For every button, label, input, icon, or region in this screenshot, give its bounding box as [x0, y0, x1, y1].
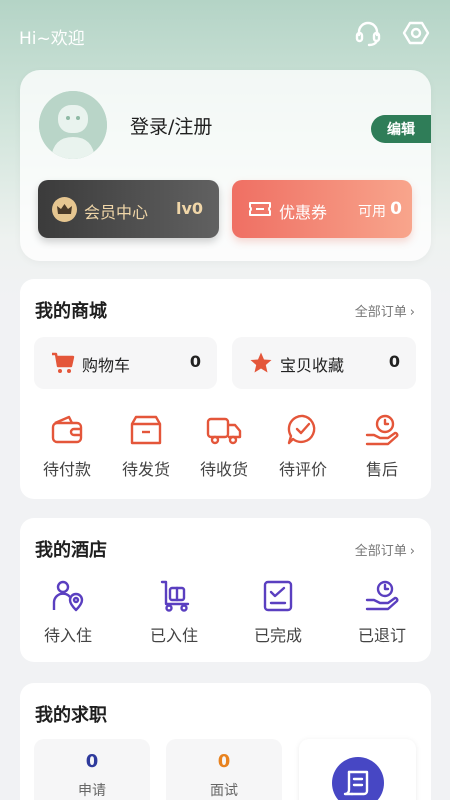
cart-button[interactable]: 购物车 0 [34, 337, 217, 389]
mall-all-orders-link[interactable]: 全部订单 › [355, 301, 415, 320]
job-applications-button[interactable]: 0 申请 [34, 739, 150, 800]
member-center-label: 会员中心 [84, 203, 149, 222]
coupon-label: 优惠券 [279, 203, 328, 222]
comment-icon [285, 412, 321, 448]
hotel-pending-checkin-button[interactable]: 待入住 [28, 578, 108, 646]
cart-icon [51, 351, 75, 375]
pending-payment-button[interactable]: 待付款 [27, 412, 107, 480]
coupon-count: 0 [390, 199, 402, 219]
top-bar: Hi~欢迎 [0, 0, 450, 70]
luggage-icon [156, 578, 192, 614]
login-register-link[interactable]: 登录/注册 [130, 112, 212, 139]
favorites-label: 宝贝收藏 [280, 356, 345, 375]
mall-card: 我的商城 全部订单 › 购物车 0 宝贝收藏 0 待付款 待发货 待收货 待评价… [20, 279, 431, 499]
pending-payment-label: 待付款 [42, 460, 91, 479]
favorites-count: 0 [388, 352, 400, 371]
resume-icon [332, 757, 384, 800]
hotel-completed-label: 已完成 [253, 626, 302, 645]
cart-count: 0 [189, 352, 201, 371]
edit-button[interactable]: 编辑 [371, 115, 431, 143]
chevron-right-icon: › [409, 305, 415, 320]
headset-icon[interactable] [353, 18, 383, 48]
after-sale-label: 售后 [365, 460, 398, 479]
jobs-title: 我的求职 [35, 705, 107, 726]
job-interviews-button[interactable]: 0 面试 [166, 739, 282, 800]
coupon-button[interactable]: 优惠券 可用 0 [232, 180, 412, 238]
greeting-text: Hi~欢迎 [19, 29, 85, 49]
chevron-right-icon: › [409, 544, 415, 559]
interviews-label: 面试 [210, 783, 238, 799]
hotel-card: 我的酒店 全部订单 › 待入住 已入住 已完成 已退订 [20, 518, 431, 662]
pending-shipment-label: 待发货 [121, 460, 170, 479]
hotel-pending-checkin-label: 待入住 [43, 626, 92, 645]
interviews-count: 0 [217, 751, 231, 772]
wallet-icon [49, 412, 85, 448]
jobs-card: 我的求职 0 申请 0 面试 [20, 683, 431, 800]
resume-button[interactable] [299, 739, 416, 800]
hotel-checked-in-button[interactable]: 已入住 [134, 578, 214, 646]
applications-label: 申请 [78, 783, 106, 799]
after-sale-icon [364, 412, 400, 448]
hotel-title: 我的酒店 [35, 540, 107, 561]
hotel-cancelled-label: 已退订 [357, 626, 406, 645]
hotel-all-orders-link[interactable]: 全部订单 › [355, 540, 415, 559]
member-level: lv0 [175, 199, 203, 218]
profile-card: 登录/注册 编辑 会员中心 lv0 优惠券 可用 0 [20, 70, 431, 261]
pending-review-label: 待评价 [278, 460, 327, 479]
settings-icon[interactable] [401, 18, 431, 48]
hotel-completed-button[interactable]: 已完成 [238, 578, 318, 646]
coupon-available-label: 可用 [358, 204, 386, 220]
crown-icon [52, 197, 77, 222]
after-sale-button[interactable]: 售后 [342, 412, 422, 480]
cart-label: 购物车 [82, 356, 131, 375]
hotel-checked-in-label: 已入住 [149, 626, 198, 645]
applications-count: 0 [85, 751, 99, 772]
star-icon [249, 351, 273, 375]
pending-shipment-button[interactable]: 待发货 [106, 412, 186, 480]
mall-title: 我的商城 [35, 301, 107, 322]
mall-all-orders-label: 全部订单 [354, 305, 407, 320]
pending-review-button[interactable]: 待评价 [263, 412, 343, 480]
person-location-icon [50, 578, 86, 614]
package-icon [128, 412, 164, 448]
favorites-button[interactable]: 宝贝收藏 0 [232, 337, 416, 389]
member-center-button[interactable]: 会员中心 lv0 [38, 180, 219, 238]
coupon-icon [247, 198, 273, 220]
refund-icon [364, 578, 400, 614]
checklist-icon [260, 578, 296, 614]
pending-receipt-button[interactable]: 待收货 [184, 412, 264, 480]
truck-icon [206, 412, 242, 448]
hotel-cancelled-button[interactable]: 已退订 [342, 578, 422, 646]
pending-receipt-label: 待收货 [199, 460, 248, 479]
avatar[interactable] [39, 91, 107, 159]
hotel-all-orders-label: 全部订单 [354, 544, 407, 559]
